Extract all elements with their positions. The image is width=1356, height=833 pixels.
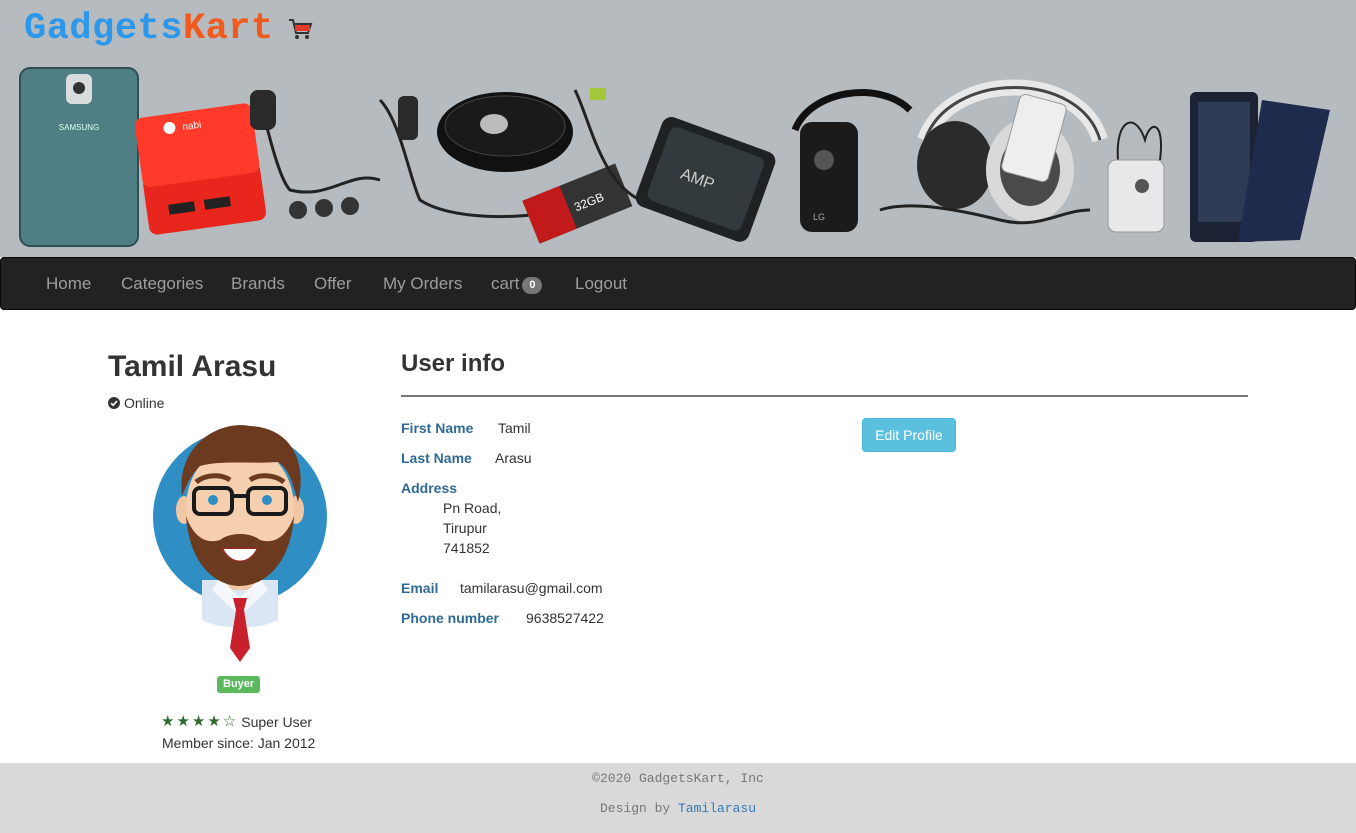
nav-my-orders[interactable]: My Orders: [383, 273, 462, 295]
svg-text:SAMSUNG: SAMSUNG: [59, 123, 99, 132]
shopping-cart-icon: [289, 19, 313, 39]
phone-label: Phone number: [401, 610, 500, 626]
first-name-label: First Name: [401, 420, 474, 436]
designer-link[interactable]: Tamilarasu: [678, 801, 756, 816]
first-name-value: Tamil: [498, 420, 531, 436]
member-since: Member since: Jan 2012: [162, 735, 316, 751]
svg-text:LG: LG: [813, 212, 825, 222]
online-status-label: Online: [124, 395, 165, 411]
nav-home[interactable]: Home: [46, 273, 91, 295]
role-badge: Buyer: [217, 676, 261, 693]
email-value: tamilarasu@gmail.com: [460, 580, 603, 596]
check-circle-icon: [108, 397, 120, 409]
star-filled-icon: ★: [161, 713, 175, 730]
star-filled-icon: ★: [207, 713, 221, 730]
star-filled-icon: ★: [191, 713, 206, 730]
nav-cart-label: cart: [491, 274, 520, 293]
phone-value: 9638527422: [526, 610, 604, 626]
logo-part-gadgets: Gadgets: [24, 8, 183, 50]
address-line-3: 741852: [443, 540, 490, 556]
last-name-label: Last Name: [401, 450, 472, 466]
footer-copyright: ©2020 GadgetsKart, Inc: [592, 771, 764, 786]
star-empty-icon: ☆: [222, 713, 237, 730]
logo-part-kart: Kart: [182, 8, 274, 50]
rating-label: Super User: [241, 714, 313, 730]
main-navbar: Home Categories Brands Offer My Orders c…: [0, 257, 1356, 310]
section-divider: [401, 395, 1248, 397]
cart-count-badge: 0: [522, 277, 543, 294]
gadgets-banner-image: SAMSUNG nabi 32GB AMP LG: [19, 67, 1330, 247]
nav-cart[interactable]: cart 0: [491, 273, 543, 295]
profile-name: Tamil Arasu: [108, 350, 277, 383]
address-label: Address: [401, 480, 458, 496]
page-footer: ©2020 GadgetsKart, Inc Design by Tamilar…: [0, 763, 1356, 833]
site-logo[interactable]: GadgetsKart: [24, 8, 274, 50]
last-name-value: Arasu: [495, 450, 532, 466]
nav-logout[interactable]: Logout: [575, 273, 627, 295]
user-info-title: User info: [401, 350, 506, 377]
address-line-1: Pn Road,: [443, 500, 502, 516]
address-line-2: Tirupur: [443, 520, 487, 536]
user-avatar: [153, 425, 327, 662]
footer-credit: Design by Tamilarasu: [0, 801, 1356, 816]
edit-profile-button[interactable]: Edit Profile: [862, 418, 956, 452]
online-status: Online: [108, 395, 164, 411]
user-rating: ★ ★ ★ ★ ☆ Super User: [161, 713, 313, 731]
footer-design-prefix: Design by: [599, 801, 678, 816]
nav-categories[interactable]: Categories: [121, 273, 203, 295]
nav-brands[interactable]: Brands: [231, 273, 285, 295]
star-filled-icon: ★: [176, 713, 190, 730]
email-label: Email: [401, 580, 439, 596]
header-banner: GadgetsKart SAMSUNG nabi 32GB AMP LG: [0, 0, 1356, 257]
nav-offer[interactable]: Offer: [314, 273, 351, 295]
